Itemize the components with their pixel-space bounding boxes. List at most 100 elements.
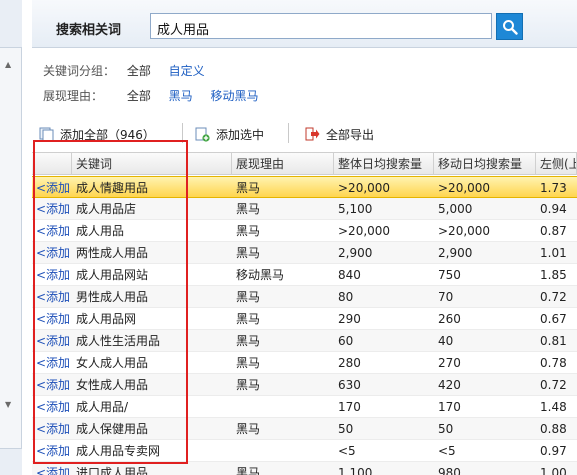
add-link[interactable]: <添加 [32, 286, 72, 308]
keyword-cell: 成人性生活用品 [76, 334, 161, 348]
add-link[interactable]: <添加 [32, 242, 72, 264]
left-side-cell: 0.87 [540, 224, 567, 238]
reason-cell: 移动黑马 [236, 268, 285, 282]
add-link[interactable]: <添加 [32, 198, 72, 220]
table-row[interactable]: <添加 成人用品网 黑马 290 260 0.67 [32, 308, 577, 330]
overall-search-cell: 50 [338, 422, 354, 436]
reason-cell: 黑马 [236, 378, 261, 392]
keyword-cell: 男性成人用品 [76, 290, 149, 304]
reason-cell: 黑马 [236, 290, 261, 304]
reason-cell [232, 396, 334, 418]
overall-search-cell: 2,900 [338, 246, 373, 260]
column-header-reason[interactable]: 展现理由 [232, 153, 334, 175]
reason-cell: 黑马 [236, 202, 261, 216]
overall-search-cell: 280 [338, 356, 361, 370]
mobile-search-cell: 420 [438, 378, 461, 392]
left-side-cell: 0.81 [540, 334, 567, 348]
overall-search-cell: >20,000 [338, 224, 391, 238]
mobile-search-cell: 170 [438, 400, 461, 414]
table-row[interactable]: <添加 成人保健用品 黑马 50 50 0.88 [32, 418, 577, 440]
add-link[interactable]: <添加 [32, 396, 72, 418]
keyword-cell: 两性成人用品 [76, 246, 149, 260]
overall-search-cell: 80 [338, 290, 354, 304]
add-all-button[interactable]: 添加全部（946） [38, 124, 155, 144]
mobile-search-cell: 50 [438, 422, 454, 436]
overall-search-cell: 1,100 [338, 466, 373, 475]
keyword-cell: 成人用品 [76, 224, 125, 238]
reason-option-mobile-darkhorse[interactable]: 移动黑马 [211, 87, 259, 104]
add-link[interactable]: <添加 [32, 264, 72, 286]
reason-option-all[interactable]: 全部 [127, 87, 151, 104]
table-row[interactable]: <添加 男性成人用品 黑马 80 70 0.72 [32, 286, 577, 308]
search-icon [502, 19, 518, 35]
keyword-cell: 成人用品/ [76, 400, 129, 414]
keyword-cell: 成人用品专卖网 [76, 444, 161, 458]
mobile-search-cell: 40 [438, 334, 454, 348]
table-row[interactable]: <添加 成人用品/170 170 1.48 [32, 396, 577, 418]
table-row[interactable]: <添加 进口成人用品 黑马 1,100 980 1.00 [32, 462, 577, 475]
search-button[interactable] [496, 13, 523, 40]
keyword-cell: 成人保健用品 [76, 422, 149, 436]
mobile-search-cell: <5 [438, 444, 456, 458]
group-option-all[interactable]: 全部 [127, 62, 151, 79]
search-label: 搜索相关词 [56, 23, 122, 38]
table-row[interactable]: <添加 成人用品 黑马 >20,000 >20,000 0.87 [32, 220, 577, 242]
group-option-custom[interactable]: 自定义 [169, 62, 205, 79]
column-header-overall-search[interactable]: 整体日均搜索量 [334, 153, 434, 175]
mobile-search-cell: 260 [438, 312, 461, 326]
add-link[interactable]: <添加 [32, 177, 72, 199]
keyword-cell: 成人用品店 [76, 202, 137, 216]
search-header: 搜索相关词 成人用品 [32, 0, 577, 48]
column-header-mobile-search[interactable]: 移动日均搜索量 [434, 153, 536, 175]
left-side-cell: 1.00 [540, 466, 567, 475]
add-link[interactable]: <添加 [32, 330, 72, 352]
table-row[interactable]: <添加 成人用品专卖网 <5 <5 0.97 [32, 440, 577, 462]
left-side-cell: 0.94 [540, 202, 567, 216]
table-row[interactable]: <添加 女人成人用品 黑马 280 270 0.78 [32, 352, 577, 374]
keyword-cell: 成人用品网 [76, 312, 137, 326]
reason-cell [232, 440, 334, 462]
overall-search-cell: 170 [338, 400, 361, 414]
left-side-cell: 0.88 [540, 422, 567, 436]
scroll-down-arrow-icon[interactable]: ▼ [5, 400, 11, 410]
add-link[interactable]: <添加 [32, 462, 72, 475]
left-panel-strip: ▲ ▼ [0, 0, 22, 475]
reason-cell: 黑马 [236, 356, 261, 370]
scroll-up-arrow-icon[interactable]: ▲ [5, 60, 11, 70]
overall-search-cell: >20,000 [338, 181, 391, 195]
add-link[interactable]: <添加 [32, 418, 72, 440]
reason-cell: 黑马 [236, 312, 261, 326]
left-side-cell: 1.01 [540, 246, 567, 260]
table-row[interactable]: <添加 成人用品网站 移动黑马 840 750 1.85 [32, 264, 577, 286]
table-row[interactable]: <添加 成人性生活用品 黑马 60 40 0.81 [32, 330, 577, 352]
add-link[interactable]: <添加 [32, 440, 72, 462]
table-row[interactable]: <添加 两性成人用品 黑马 2,900 2,900 1.01 [32, 242, 577, 264]
toolbar-divider [182, 123, 183, 143]
add-selected-button[interactable]: 添加选中 [194, 124, 264, 144]
reason-option-darkhorse[interactable]: 黑马 [169, 87, 193, 104]
add-link[interactable]: <添加 [32, 220, 72, 242]
add-link[interactable]: <添加 [32, 352, 72, 374]
left-side-cell: 1.73 [540, 181, 567, 195]
mobile-search-cell: 750 [438, 268, 461, 282]
keyword-cell: 女人成人用品 [76, 356, 149, 370]
column-header-left-side[interactable]: 左侧(上 [536, 153, 577, 175]
add-all-label: 添加全部（946） [60, 127, 155, 142]
table-row[interactable]: <添加 女性成人用品 黑马 630 420 0.72 [32, 374, 577, 396]
overall-search-cell: <5 [338, 444, 356, 458]
add-link[interactable]: <添加 [32, 308, 72, 330]
keyword-cell: 进口成人用品 [76, 466, 149, 475]
left-side-cell: 0.78 [540, 356, 567, 370]
mobile-search-cell: 2,900 [438, 246, 473, 260]
table-row[interactable]: <添加 成人情趣用品 黑马 >20,000 >20,000 1.73 [32, 176, 577, 198]
add-link[interactable]: <添加 [32, 374, 72, 396]
column-header-keyword[interactable]: 关键词 [72, 153, 232, 175]
left-side-cell: 0.67 [540, 312, 567, 326]
export-all-button[interactable]: 全部导出 [304, 124, 374, 144]
keyword-cell: 女性成人用品 [76, 378, 149, 392]
mobile-search-cell: 70 [438, 290, 454, 304]
reason-cell: 黑马 [236, 246, 261, 260]
table-row[interactable]: <添加 成人用品店 黑马 5,100 5,000 0.94 [32, 198, 577, 220]
search-input[interactable]: 成人用品 [150, 13, 492, 39]
export-icon [304, 126, 320, 142]
